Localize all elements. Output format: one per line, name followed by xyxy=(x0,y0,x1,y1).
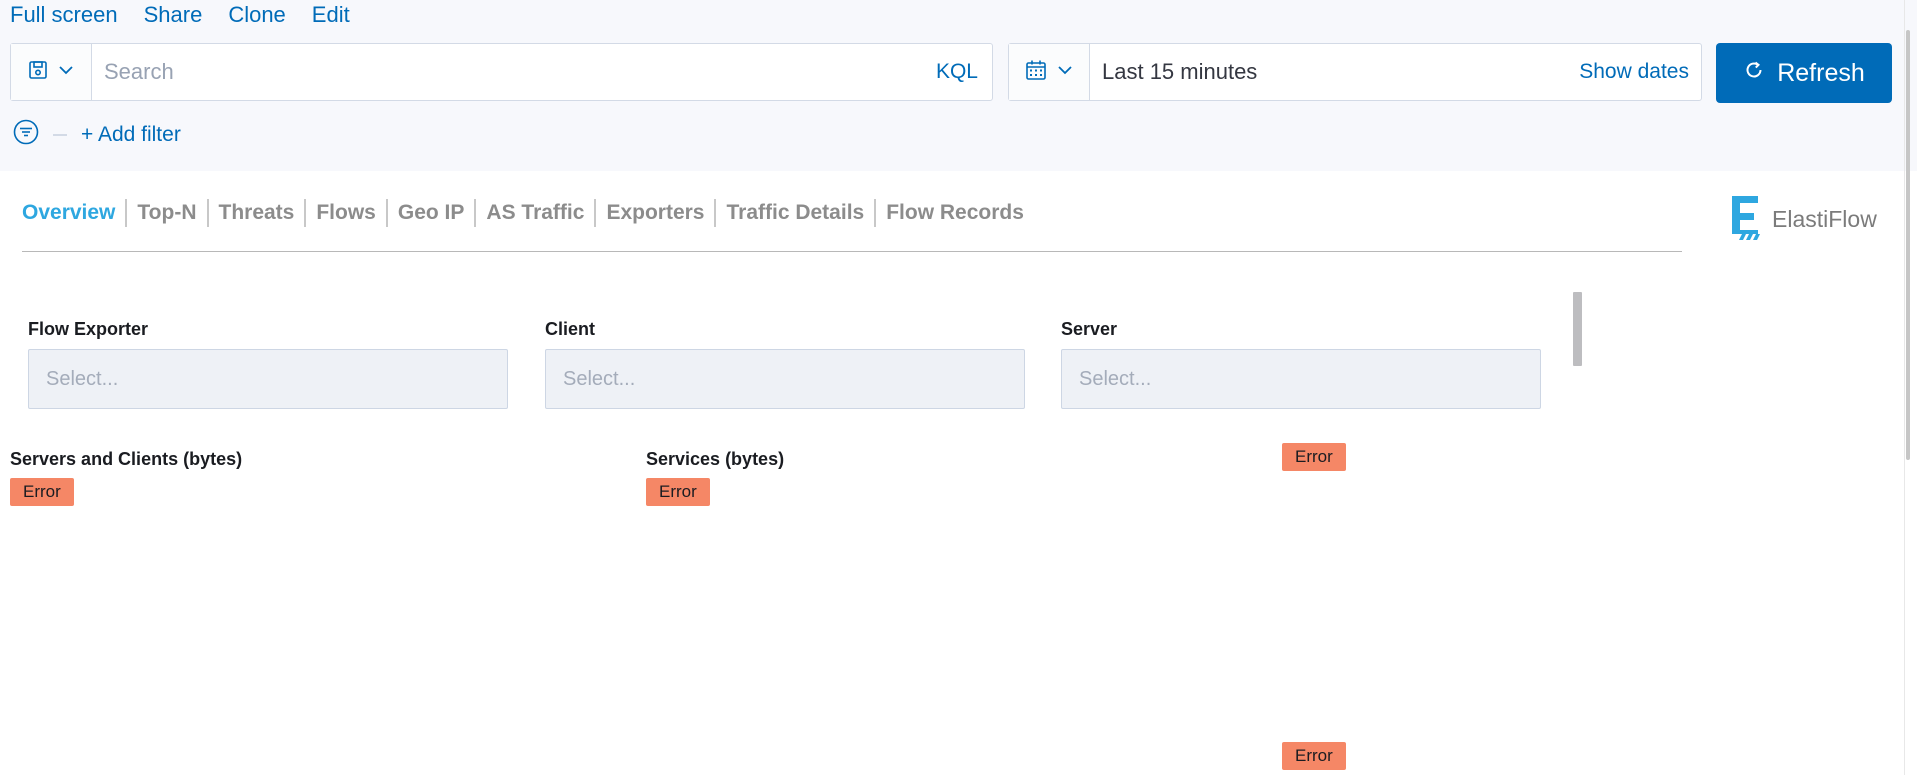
error-badge: Error xyxy=(646,478,710,506)
page-scroll-track xyxy=(1904,0,1905,775)
error-badge: Error xyxy=(1282,443,1346,471)
filter-icon[interactable] xyxy=(13,119,39,150)
client-select[interactable]: Select... xyxy=(545,349,1025,409)
tab-overview[interactable]: Overview xyxy=(22,199,128,227)
tab-geo-ip[interactable]: Geo IP xyxy=(388,199,477,227)
saved-query-button[interactable] xyxy=(11,44,92,100)
tab-as-traffic[interactable]: AS Traffic xyxy=(476,199,597,227)
top-nav-links: Full screen Share Clone Edit xyxy=(10,2,350,28)
refresh-button[interactable]: Refresh xyxy=(1716,43,1892,103)
tab-flow-records[interactable]: Flow Records xyxy=(876,199,1034,227)
tab-flows[interactable]: Flows xyxy=(306,199,388,227)
chevron-down-icon xyxy=(1057,62,1073,83)
query-bar: KQL xyxy=(10,43,993,101)
share-link[interactable]: Share xyxy=(144,2,203,28)
tab-exporters[interactable]: Exporters xyxy=(596,199,717,227)
quick-select-button[interactable] xyxy=(1009,44,1090,100)
tab-threats[interactable]: Threats xyxy=(209,199,307,227)
panel-scrollbar[interactable] xyxy=(1573,292,1582,366)
elastiflow-logo-icon xyxy=(1730,194,1764,245)
tab-top-n[interactable]: Top-N xyxy=(127,199,209,227)
filter-divider xyxy=(53,133,67,136)
chevron-down-icon xyxy=(58,62,74,83)
tabs-divider xyxy=(22,251,1682,252)
save-icon xyxy=(28,60,48,85)
error-badge: Error xyxy=(10,478,74,506)
logo-text: ElastiFlow xyxy=(1772,206,1877,232)
flow-exporter-select[interactable]: Select... xyxy=(28,349,508,409)
client-label: Client xyxy=(545,319,596,339)
search-input[interactable] xyxy=(92,59,936,85)
date-range-text[interactable]: Last 15 minutes xyxy=(1090,59,1579,85)
dashboard-nav-tabs: Overview Top-N Threats Flows Geo IP AS T… xyxy=(22,199,1034,227)
edit-link[interactable]: Edit xyxy=(312,2,350,28)
refresh-icon xyxy=(1743,59,1765,88)
date-picker: Last 15 minutes Show dates xyxy=(1008,43,1702,101)
server-select[interactable]: Select... xyxy=(1061,349,1541,409)
clone-link[interactable]: Clone xyxy=(228,2,285,28)
tab-traffic-details[interactable]: Traffic Details xyxy=(716,199,877,227)
page-scrollbar[interactable] xyxy=(1906,30,1910,460)
filter-bar: + Add filter xyxy=(13,119,181,150)
server-label: Server xyxy=(1061,319,1118,339)
elastiflow-logo: ElastiFlow xyxy=(1730,194,1877,245)
kibana-top-bar: Full screen Share Clone Edit KQL xyxy=(0,0,1917,171)
show-dates-link[interactable]: Show dates xyxy=(1579,60,1701,84)
servers-clients-panel-title: Servers and Clients (bytes) xyxy=(10,449,243,469)
full-screen-link[interactable]: Full screen xyxy=(10,2,118,28)
error-badge: Error xyxy=(1282,742,1346,770)
services-panel-title: Services (bytes) xyxy=(646,449,785,469)
refresh-label: Refresh xyxy=(1777,58,1865,87)
flow-exporter-label: Flow Exporter xyxy=(28,319,149,339)
add-filter-button[interactable]: + Add filter xyxy=(81,123,181,147)
kql-toggle[interactable]: KQL xyxy=(936,60,992,84)
calendar-icon xyxy=(1025,59,1047,86)
